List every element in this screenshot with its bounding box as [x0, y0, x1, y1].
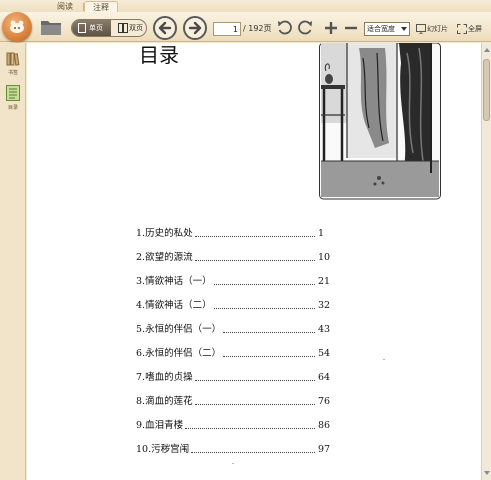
toc-entry[interactable]: 10.污秽宫闱 97	[136, 442, 331, 456]
toc-leader	[194, 380, 315, 381]
chevron-down-icon	[401, 27, 407, 31]
toc-entry-title: 7.嗜血的贞操	[136, 372, 193, 383]
toc-entry-page: 43	[318, 324, 331, 335]
view-mode-toggle: 单页 双页	[71, 19, 147, 37]
toc-entry-title: 2.欲望的源流	[136, 252, 193, 263]
rotate-left-icon	[278, 20, 292, 35]
toc-leader	[194, 260, 315, 261]
zoom-mode-select[interactable]: 适合宽度	[364, 22, 410, 36]
scroll-up-icon[interactable]	[484, 48, 490, 52]
sidebar-item-label: 目录	[7, 105, 18, 111]
toc-entry-title: 3.情欲神话（一）	[136, 276, 212, 287]
toc-entry-title: 10.污秽宫闱	[136, 444, 190, 455]
tab-read[interactable]: 阅读	[48, 1, 84, 12]
fullscreen-button[interactable]: 全屏	[457, 23, 482, 35]
single-page-icon	[78, 23, 86, 33]
tab-strip: 阅读 注释	[0, 0, 491, 12]
toc-entry[interactable]: 1.历史的私处 1	[136, 226, 331, 240]
vertical-scrollbar[interactable]	[481, 43, 491, 480]
toc-entry[interactable]: 5.永恒的伴侣（一） 43	[136, 322, 331, 336]
page-title: 目录	[139, 43, 179, 67]
minus-icon	[345, 26, 357, 30]
illustration-image	[319, 43, 441, 200]
scan-speck	[383, 359, 385, 360]
toc-entry[interactable]: 8.滴血的莲花 76	[136, 394, 331, 408]
toc-entry[interactable]: 6.永恒的伴侣（二） 54	[136, 346, 331, 360]
bookmark-icon	[6, 52, 20, 66]
toc-entry-title: 9.血泪青楼	[136, 420, 184, 431]
toc-entry-title: 8.滴血的莲花	[136, 396, 193, 407]
toc-entry-page: 64	[318, 372, 331, 383]
toc-leader	[223, 332, 315, 333]
arrow-right-icon	[188, 21, 202, 35]
document-page: 目录 1.历史的私处 1 2.欲望的源流 10 3.情欲神话（一） 21 4.情…	[27, 43, 481, 480]
toc-entry-page: 10	[318, 252, 331, 263]
toc-entry-page: 54	[318, 348, 331, 359]
arrow-left-icon	[158, 21, 172, 35]
toolbar: 单页 双页 / 192页	[0, 12, 491, 42]
sidebar: 书签 目录	[0, 43, 26, 480]
toc-entry-page: 97	[318, 444, 331, 455]
toc-leader	[194, 236, 315, 237]
previous-page-button[interactable]	[153, 16, 177, 40]
page-total: / 192页	[243, 24, 272, 33]
double-page-label: 双页	[129, 24, 143, 32]
single-page-button[interactable]: 单页	[72, 20, 111, 36]
toc-entry[interactable]: 9.血泪青楼 86	[136, 418, 331, 432]
toc-entry[interactable]: 4.情欲神话（二） 32	[136, 298, 331, 312]
toc-leader	[185, 428, 315, 429]
tab-notes[interactable]: 注释	[84, 1, 118, 12]
toc-entry-title: 1.历史的私处	[136, 228, 193, 239]
toc-leader	[194, 404, 315, 405]
sidebar-item-bookmarks[interactable]: 书签	[3, 51, 23, 77]
zoom-out-button[interactable]	[342, 19, 360, 37]
page-number-input[interactable]	[213, 22, 241, 36]
toc-entry[interactable]: 7.嗜血的贞操 64	[136, 370, 331, 384]
zoom-in-button[interactable]	[322, 19, 340, 37]
scan-speck	[232, 463, 234, 464]
toc-entry-page: 21	[318, 276, 331, 287]
rotate-right-icon	[298, 20, 312, 35]
double-page-button[interactable]: 双页	[111, 20, 146, 36]
sidebar-item-label: 书签	[7, 70, 18, 76]
plus-icon	[325, 22, 337, 34]
slideshow-button[interactable]: 幻灯片	[416, 23, 448, 35]
app-logo-icon[interactable]	[2, 12, 32, 42]
toc-entry-page: 1	[318, 228, 325, 239]
toc-entry-page: 32	[318, 300, 331, 311]
sidebar-item-toc[interactable]: 目录	[3, 85, 23, 112]
toc-leader	[213, 284, 315, 285]
toc-entry-title: 5.永恒的伴侣（一）	[136, 324, 222, 335]
single-page-label: 单页	[89, 24, 103, 32]
toc-leader	[213, 308, 315, 309]
toc-icon	[6, 85, 20, 101]
double-page-icon	[118, 23, 128, 33]
rotate-right-button[interactable]	[296, 19, 314, 37]
fullscreen-icon	[457, 24, 467, 34]
toc-entry-title: 6.永恒的伴侣（二）	[136, 348, 222, 359]
toc-leader	[223, 356, 315, 357]
scroll-thumb[interactable]	[483, 59, 490, 121]
next-page-button[interactable]	[183, 16, 207, 40]
toc-entry[interactable]: 2.欲望的源流 10	[136, 250, 331, 264]
scroll-down-icon[interactable]	[484, 471, 490, 475]
open-folder-icon[interactable]	[40, 17, 62, 37]
toc-entry-page: 76	[318, 396, 331, 407]
toc-entry[interactable]: 3.情欲神话（一） 21	[136, 274, 331, 288]
toc-leader	[191, 452, 315, 453]
toc-entry-title: 4.情欲神话（二）	[136, 300, 212, 311]
slideshow-icon	[416, 24, 426, 34]
toc-entry-page: 86	[318, 420, 331, 431]
zoom-mode-value: 适合宽度	[367, 25, 395, 33]
rotate-left-button[interactable]	[276, 19, 294, 37]
